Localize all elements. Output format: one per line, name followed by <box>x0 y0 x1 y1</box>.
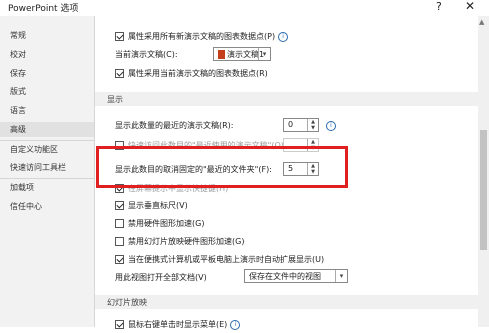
checkbox[interactable] <box>115 201 124 210</box>
disable-hw-accel-option[interactable]: 禁用硬件图形加速(G) <box>115 218 204 232</box>
sidebar-item-proofing[interactable]: 校对 <box>10 49 26 60</box>
sidebar-item-addins[interactable]: 加载项 <box>10 182 34 193</box>
option-label: 鼠标右键单击时显示菜单(E) <box>128 320 228 329</box>
checkbox[interactable] <box>115 32 124 41</box>
option-label: 禁用幻灯片放映硬件图形加速(G) <box>128 237 245 246</box>
sidebar-item-quick-access[interactable]: 快速访问工具栏 <box>10 162 66 173</box>
presentation-icon <box>218 50 225 59</box>
chevron-down-icon: ▾ <box>258 48 270 60</box>
current-doc-label: 当前演示文稿(C): <box>115 50 178 59</box>
right-click-menu-option[interactable]: 鼠标右键单击时显示菜单(E) i <box>115 319 241 333</box>
sidebar-item-save[interactable]: 保存 <box>10 68 26 79</box>
help-button[interactable]: ? <box>436 0 442 13</box>
title-bar: PowerPoint 选项 ? ✕ <box>0 0 489 16</box>
sidebar-item-label: 高级 <box>10 125 26 134</box>
close-button[interactable]: ✕ <box>465 0 475 13</box>
decrement-icon[interactable]: ▼ <box>308 125 318 131</box>
disable-slideshow-hw-option[interactable]: 禁用幻灯片放映硬件图形加速(G) <box>115 236 244 250</box>
section-display: 显示 <box>95 92 478 106</box>
chart-current-option[interactable]: 属性采用当前演示文稿的图表数据点(R) <box>115 68 268 82</box>
option-label: 属性采用所有新演示文稿的图表数据点(P) <box>128 32 276 41</box>
option-label: 显示垂直标尺(V) <box>128 201 188 210</box>
vertical-ruler-option[interactable]: 显示垂直标尺(V) <box>115 200 188 214</box>
option-label: 禁用硬件图形加速(G) <box>128 219 205 228</box>
sidebar-item-customize-ribbon[interactable]: 自定义功能区 <box>10 144 58 155</box>
checkbox[interactable] <box>115 219 124 228</box>
info-icon: i <box>326 121 336 131</box>
recent-count-stepper[interactable]: 0 ▲ ▼ <box>283 118 319 132</box>
current-doc-select[interactable]: 演示文稿1 ▾ <box>213 47 271 61</box>
open-docs-value: 保存在文件中的视图 <box>249 272 321 281</box>
section-title: 幻灯片放映 <box>107 298 147 307</box>
red-highlight-box <box>96 146 348 188</box>
vertical-scrollbar[interactable]: ▲ <box>478 16 489 327</box>
auto-extend-option[interactable]: 当在便携式计算机或平板电脑上演示时自动扩展显示(U) <box>115 254 324 268</box>
current-doc-row: 当前演示文稿(C): <box>115 49 178 63</box>
checkbox[interactable] <box>115 69 124 78</box>
chevron-down-icon: ▾ <box>335 270 347 282</box>
recent-count-value: 0 <box>288 120 294 129</box>
scroll-up-icon[interactable]: ▲ <box>479 18 484 26</box>
sidebar-item-advanced[interactable]: 高级 <box>0 122 94 137</box>
sidebar-item-general[interactable]: 常规 <box>10 30 26 41</box>
window-title: PowerPoint 选项 <box>8 4 79 14</box>
option-label: 当在便携式计算机或平板电脑上演示时自动扩展显示(U) <box>128 255 325 264</box>
sidebar-divider <box>0 178 94 179</box>
info-icon: i <box>230 319 241 330</box>
info-icon: i <box>278 31 289 42</box>
sidebar-divider <box>0 140 94 141</box>
open-docs-row: 用此视图打开全部文档(V) <box>115 272 207 286</box>
checkbox[interactable] <box>115 237 124 246</box>
checkbox[interactable] <box>115 255 124 264</box>
recent-count-row: 显示此数量的最近的演示文稿(R): <box>115 120 234 134</box>
open-docs-label: 用此视图打开全部文档(V) <box>115 273 207 282</box>
scrollbar-thumb[interactable] <box>480 130 487 250</box>
chart-all-new-option[interactable]: 属性采用所有新演示文稿的图表数据点(P) i <box>115 31 289 45</box>
section-title: 显示 <box>107 95 123 104</box>
checkbox[interactable] <box>115 320 124 329</box>
sidebar-item-layout[interactable]: 版式 <box>10 86 26 97</box>
open-docs-select[interactable]: 保存在文件中的视图 ▾ <box>244 269 348 283</box>
recent-count-label: 显示此数量的最近的演示文稿(R): <box>115 121 234 130</box>
sidebar: 常规 校对 保存 版式 语言 高级 自定义功能区 快速访问工具栏 加载项 信任中… <box>0 16 95 327</box>
sidebar-item-language[interactable]: 语言 <box>10 105 26 116</box>
option-label: 属性采用当前演示文稿的图表数据点(R) <box>128 69 268 78</box>
sidebar-item-trust-center[interactable]: 信任中心 <box>10 201 42 212</box>
section-slideshow: 幻灯片放映 <box>95 295 478 309</box>
